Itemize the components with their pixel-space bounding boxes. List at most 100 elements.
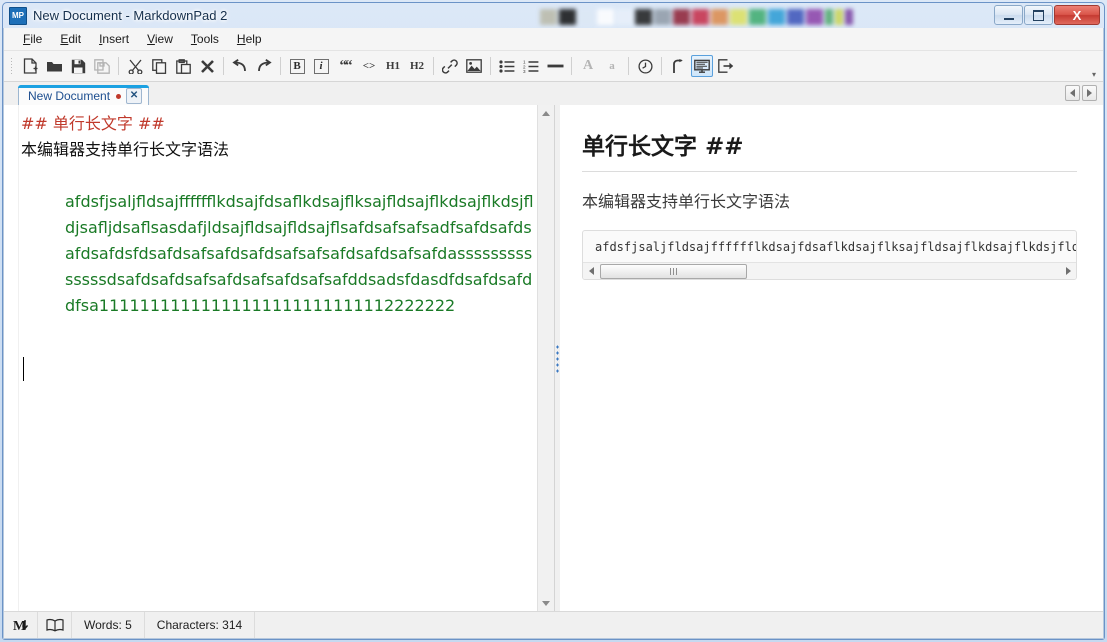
preview-heading: 单行长文字 ##	[582, 127, 1077, 172]
markdown-m-icon: M	[13, 619, 28, 632]
markdown-mode-icon[interactable]: M	[4, 612, 38, 638]
editor-gutter	[4, 105, 19, 612]
redo-button[interactable]	[253, 55, 275, 77]
live-preview-button[interactable]	[691, 55, 713, 77]
editor-vertical-scrollbar[interactable]	[537, 105, 554, 612]
bold-icon: B	[289, 58, 305, 74]
undo-button[interactable]	[229, 55, 251, 77]
italic-button[interactable]: i	[310, 55, 332, 77]
menu-item-edit[interactable]: Edit	[51, 29, 90, 49]
new-document-button[interactable]	[19, 55, 41, 77]
delete-x-button[interactable]	[196, 55, 218, 77]
maximize-icon	[1033, 9, 1044, 21]
copy-icon	[151, 58, 167, 74]
heading-2-icon: H2	[409, 60, 425, 72]
save-button[interactable]	[67, 55, 89, 77]
numbered-list-button[interactable]: 123	[520, 55, 542, 77]
maximize-button[interactable]	[1024, 5, 1053, 25]
cut-scissors-icon	[128, 59, 143, 74]
save-all-button[interactable]	[91, 55, 113, 77]
bold-button[interactable]: B	[286, 55, 308, 77]
code-scrollbar-thumb[interactable]	[600, 263, 747, 279]
book-icon	[45, 618, 64, 632]
tab-scroll-prev-button[interactable]	[1065, 85, 1080, 101]
close-button[interactable]: X	[1054, 5, 1100, 25]
toolbar-separator	[490, 57, 491, 75]
preview-mode-icon[interactable]	[38, 612, 72, 638]
toolbar-separator	[223, 57, 224, 75]
editor-line-heading: ## 单行长文字 ##	[21, 114, 165, 133]
word-count: Words: 5	[72, 612, 145, 638]
menu-item-view[interactable]: View	[138, 29, 182, 49]
inline-code-button[interactable]: <>	[358, 55, 380, 77]
export-icon	[718, 59, 734, 73]
heading-1-icon: H1	[385, 60, 401, 72]
menu-item-file[interactable]: File	[14, 29, 51, 49]
decrease-font-button[interactable]: a	[601, 55, 623, 77]
preview-code-horizontal-scrollbar[interactable]	[583, 262, 1076, 279]
save-icon	[71, 59, 86, 74]
menu-item-help[interactable]: Help	[228, 29, 271, 49]
toolbar-grip[interactable]	[10, 57, 14, 75]
preview-heading-hashes: ##	[705, 134, 744, 160]
title-bar: MP New Document - MarkdownPad 2 X	[3, 3, 1104, 28]
code-scroll-left-button[interactable]	[583, 263, 599, 279]
svg-text:3: 3	[523, 68, 526, 72]
bulleted-list-button[interactable]	[496, 55, 518, 77]
image-button[interactable]	[463, 55, 485, 77]
open-folder-button[interactable]	[43, 55, 65, 77]
heading-2-button[interactable]: H2	[406, 55, 428, 77]
timestamp-clock-button[interactable]	[634, 55, 656, 77]
menu-item-insert[interactable]: Insert	[90, 29, 138, 49]
redo-icon	[256, 59, 272, 73]
copy-button[interactable]	[148, 55, 170, 77]
minimize-button[interactable]	[994, 5, 1023, 25]
tab-navigation	[1065, 85, 1097, 101]
text-caret	[23, 357, 24, 381]
menu-item-tools[interactable]: Tools	[182, 29, 228, 49]
preview-heading-text: 单行长文字	[582, 134, 706, 160]
scroll-down-button[interactable]	[538, 595, 555, 612]
new-document-icon	[23, 58, 38, 74]
toolbar-overflow-button[interactable]: ▾	[1089, 69, 1099, 79]
editor-line-blank	[21, 163, 535, 189]
menu-bar: File Edit Insert View Tools Help	[4, 28, 1103, 51]
tab-label: New Document	[28, 89, 111, 103]
code-scroll-right-button[interactable]	[1060, 263, 1076, 279]
export-button[interactable]	[715, 55, 737, 77]
client-area: File Edit Insert View Tools Help Bi ““ <> H1 H2 1 2…	[3, 28, 1104, 639]
numbered-list-icon: 123	[523, 60, 539, 73]
tab-bar: New Document ✕	[4, 82, 1103, 107]
inline-code-icon: <>	[362, 60, 376, 72]
split-panes: ## 单行长文字 ## 本编辑器支持单行长文字语法 afdsfjsaljflds…	[4, 105, 1103, 612]
blockquote-icon: ““	[339, 57, 353, 74]
line-break-button[interactable]	[667, 55, 689, 77]
character-count: Characters: 314	[145, 612, 256, 638]
undo-icon	[232, 59, 248, 73]
blockquote-button[interactable]: ““	[334, 55, 356, 77]
tab-close-icon[interactable]: ✕	[126, 88, 143, 104]
paste-button[interactable]	[172, 55, 194, 77]
window-title: New Document - MarkdownPad 2	[33, 8, 228, 23]
chevron-up-icon	[542, 111, 550, 116]
bulleted-list-icon	[499, 59, 515, 73]
editor-line-paragraph: 本编辑器支持单行长文字语法	[21, 140, 230, 159]
chevron-right-icon	[1087, 89, 1092, 97]
chevron-right-icon	[1065, 267, 1071, 275]
preview-code-block: afdsfjsaljfldsajfffffflkdsajfdsaflkdsajf…	[582, 230, 1077, 280]
cut-scissors-button[interactable]	[124, 55, 146, 77]
increase-font-icon: A	[582, 58, 594, 73]
heading-1-button[interactable]: H1	[382, 55, 404, 77]
scrollbar-grip-icon	[669, 267, 678, 275]
tab-new-document[interactable]: New Document ✕	[18, 85, 150, 107]
chevron-left-icon	[588, 267, 594, 275]
line-break-icon	[671, 58, 685, 74]
markdown-editor[interactable]: ## 单行长文字 ## 本编辑器支持单行长文字语法 afdsfjsaljflds…	[19, 105, 537, 612]
tab-scroll-next-button[interactable]	[1082, 85, 1097, 101]
scroll-up-button[interactable]	[538, 105, 555, 122]
decrease-font-icon: a	[609, 60, 615, 72]
link-icon	[442, 58, 458, 74]
link-button[interactable]	[439, 55, 461, 77]
horizontal-rule-button[interactable]	[544, 55, 566, 77]
increase-font-button[interactable]: A	[577, 55, 599, 77]
